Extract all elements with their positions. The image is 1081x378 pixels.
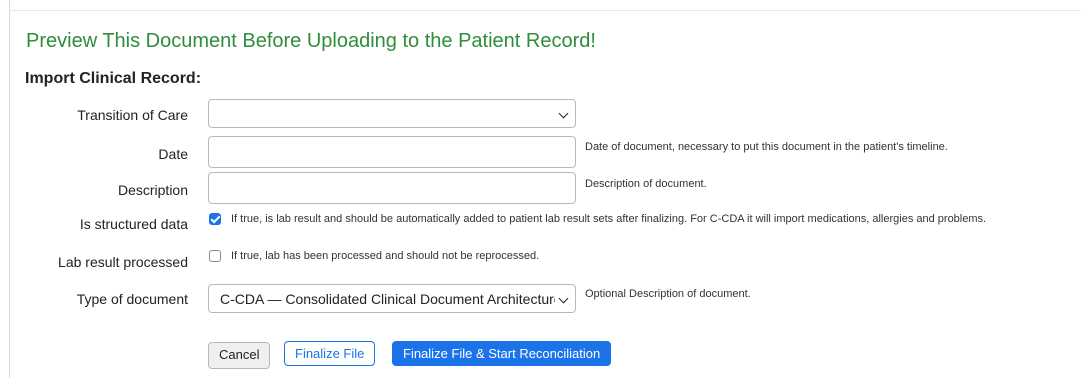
processed-checkbox[interactable] bbox=[209, 250, 221, 262]
panel-left-border bbox=[9, 0, 10, 378]
doc-type-help-text: Optional Description of document. bbox=[585, 288, 751, 300]
date-input[interactable] bbox=[208, 136, 576, 168]
section-title: Import Clinical Record: bbox=[25, 70, 202, 87]
cancel-button[interactable]: Cancel bbox=[208, 342, 271, 369]
chevron-down-icon bbox=[558, 108, 569, 119]
processed-label: Lab result processed bbox=[58, 254, 188, 270]
doc-type-select[interactable]: C-CDA — Consolidated Clinical Document A… bbox=[208, 284, 576, 313]
doc-type-label: Type of document bbox=[76, 291, 188, 307]
structured-label: Is structured data bbox=[79, 216, 188, 232]
page-heading: Preview This Document Before Uploading t… bbox=[26, 30, 596, 52]
finalize-file-button[interactable]: Finalize File bbox=[284, 341, 376, 366]
chevron-down-icon bbox=[558, 293, 569, 304]
description-label: Description bbox=[117, 182, 188, 198]
description-input[interactable] bbox=[208, 172, 576, 204]
panel-top-border bbox=[9, 10, 1081, 11]
date-help-text: Date of document, necessary to put this … bbox=[585, 141, 948, 153]
structured-checkbox[interactable] bbox=[209, 213, 221, 225]
transition-select[interactable] bbox=[208, 99, 576, 128]
doc-type-select-value: C-CDA — Consolidated Clinical Document A… bbox=[220, 291, 555, 307]
finalize-and-reconcile-button[interactable]: Finalize File & Start Reconciliation bbox=[392, 341, 612, 366]
date-label: Date bbox=[158, 146, 188, 162]
transition-label: Transition of Care bbox=[77, 107, 188, 123]
structured-help-text: If true, is lab result and should be aut… bbox=[231, 213, 987, 225]
description-help-text: Description of document. bbox=[585, 178, 707, 190]
processed-help-text: If true, lab has been processed and shou… bbox=[231, 250, 540, 262]
